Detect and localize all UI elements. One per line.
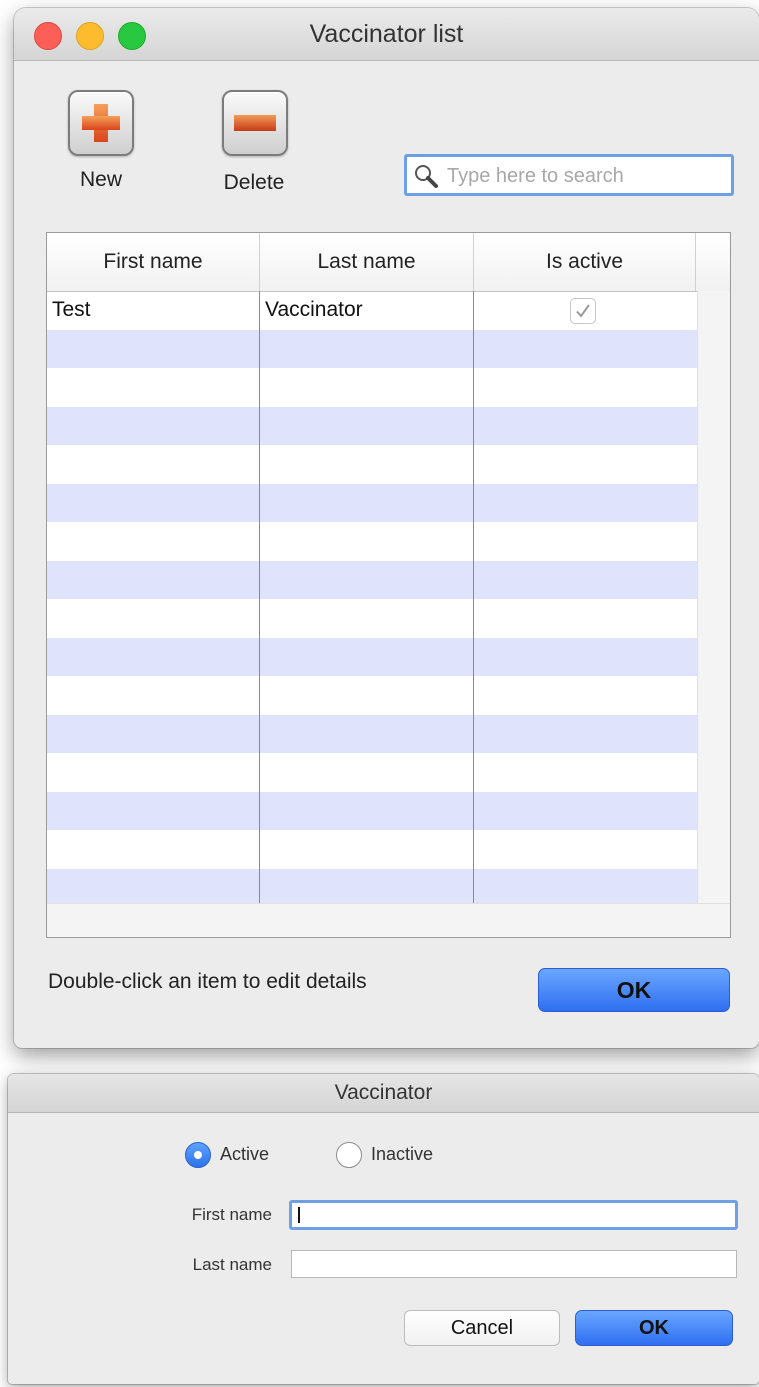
table-header: First name Last name Is active <box>47 233 730 292</box>
inactive-radio[interactable] <box>336 1142 362 1168</box>
first-name-field[interactable] <box>289 1200 738 1230</box>
cell-last-name: Vaccinator <box>265 298 363 321</box>
text-caret <box>298 1207 300 1223</box>
is-active-checkbox[interactable] <box>570 298 596 324</box>
search-input[interactable] <box>445 161 729 191</box>
empty-table-row[interactable] <box>47 522 698 561</box>
title-bar[interactable]: Vaccinator <box>8 1074 759 1113</box>
search-icon <box>415 165 438 188</box>
empty-table-row[interactable] <box>47 791 698 830</box>
empty-table-row[interactable] <box>47 599 698 638</box>
new-button[interactable] <box>68 90 134 156</box>
inactive-radio-label[interactable]: Inactive <box>371 1144 433 1165</box>
empty-table-row[interactable] <box>47 637 698 676</box>
first-name-label: First name <box>191 1205 272 1224</box>
column-header-is-active[interactable]: Is active <box>474 233 696 291</box>
column-header-last-name[interactable]: Last name <box>260 233 474 291</box>
active-radio-label[interactable]: Active <box>220 1144 269 1165</box>
empty-table-row[interactable] <box>47 714 698 753</box>
last-name-label: Last name <box>192 1255 272 1274</box>
new-label: New <box>79 168 122 191</box>
empty-table-row[interactable] <box>47 483 698 522</box>
empty-table-row[interactable] <box>47 560 698 599</box>
column-divider <box>259 291 260 905</box>
minus-icon <box>234 115 276 131</box>
ok-button[interactable]: OK <box>575 1310 733 1346</box>
empty-table-row[interactable] <box>47 329 698 368</box>
search-field[interactable] <box>404 154 734 196</box>
plus-icon <box>82 104 120 142</box>
vaccinator-table[interactable]: First name Last name Is active Test Vacc… <box>46 232 731 938</box>
delete-button[interactable] <box>222 90 288 156</box>
vaccinator-list-window: Vaccinator list New Delete Type here to … <box>14 8 759 1048</box>
cell-is-active <box>474 291 696 330</box>
empty-table-row[interactable] <box>47 368 698 407</box>
delete-label: Delete <box>223 171 285 194</box>
window-title: Vaccinator list <box>309 20 464 48</box>
checkmark-icon <box>576 304 590 318</box>
empty-table-row[interactable] <box>47 406 698 445</box>
vaccinator-window: Vaccinator Active Inactive First name La… <box>8 1074 759 1384</box>
cancel-button[interactable]: Cancel <box>404 1310 560 1346</box>
horizontal-scrollbar[interactable] <box>47 903 730 937</box>
window-title: Vaccinator <box>334 1081 433 1104</box>
vertical-scrollbar[interactable] <box>697 291 730 903</box>
title-bar[interactable]: Vaccinator list <box>14 8 759 61</box>
empty-table-row[interactable] <box>47 676 698 715</box>
last-name-field[interactable] <box>291 1250 737 1278</box>
ok-button[interactable]: OK <box>538 968 730 1012</box>
table-row[interactable]: Test Vaccinator <box>47 291 698 330</box>
cell-first-name: Test <box>52 298 91 321</box>
table-body: Test Vaccinator <box>47 291 698 907</box>
empty-table-row[interactable] <box>47 445 698 484</box>
active-radio[interactable] <box>185 1142 211 1168</box>
column-header-spacer <box>696 233 730 291</box>
column-header-first-name[interactable]: First name <box>47 233 260 291</box>
empty-table-row[interactable] <box>47 868 698 907</box>
empty-table-row[interactable] <box>47 830 698 869</box>
edit-hint: Double-click an item to edit details <box>48 970 367 993</box>
column-divider <box>473 291 474 905</box>
empty-table-row[interactable] <box>47 753 698 792</box>
